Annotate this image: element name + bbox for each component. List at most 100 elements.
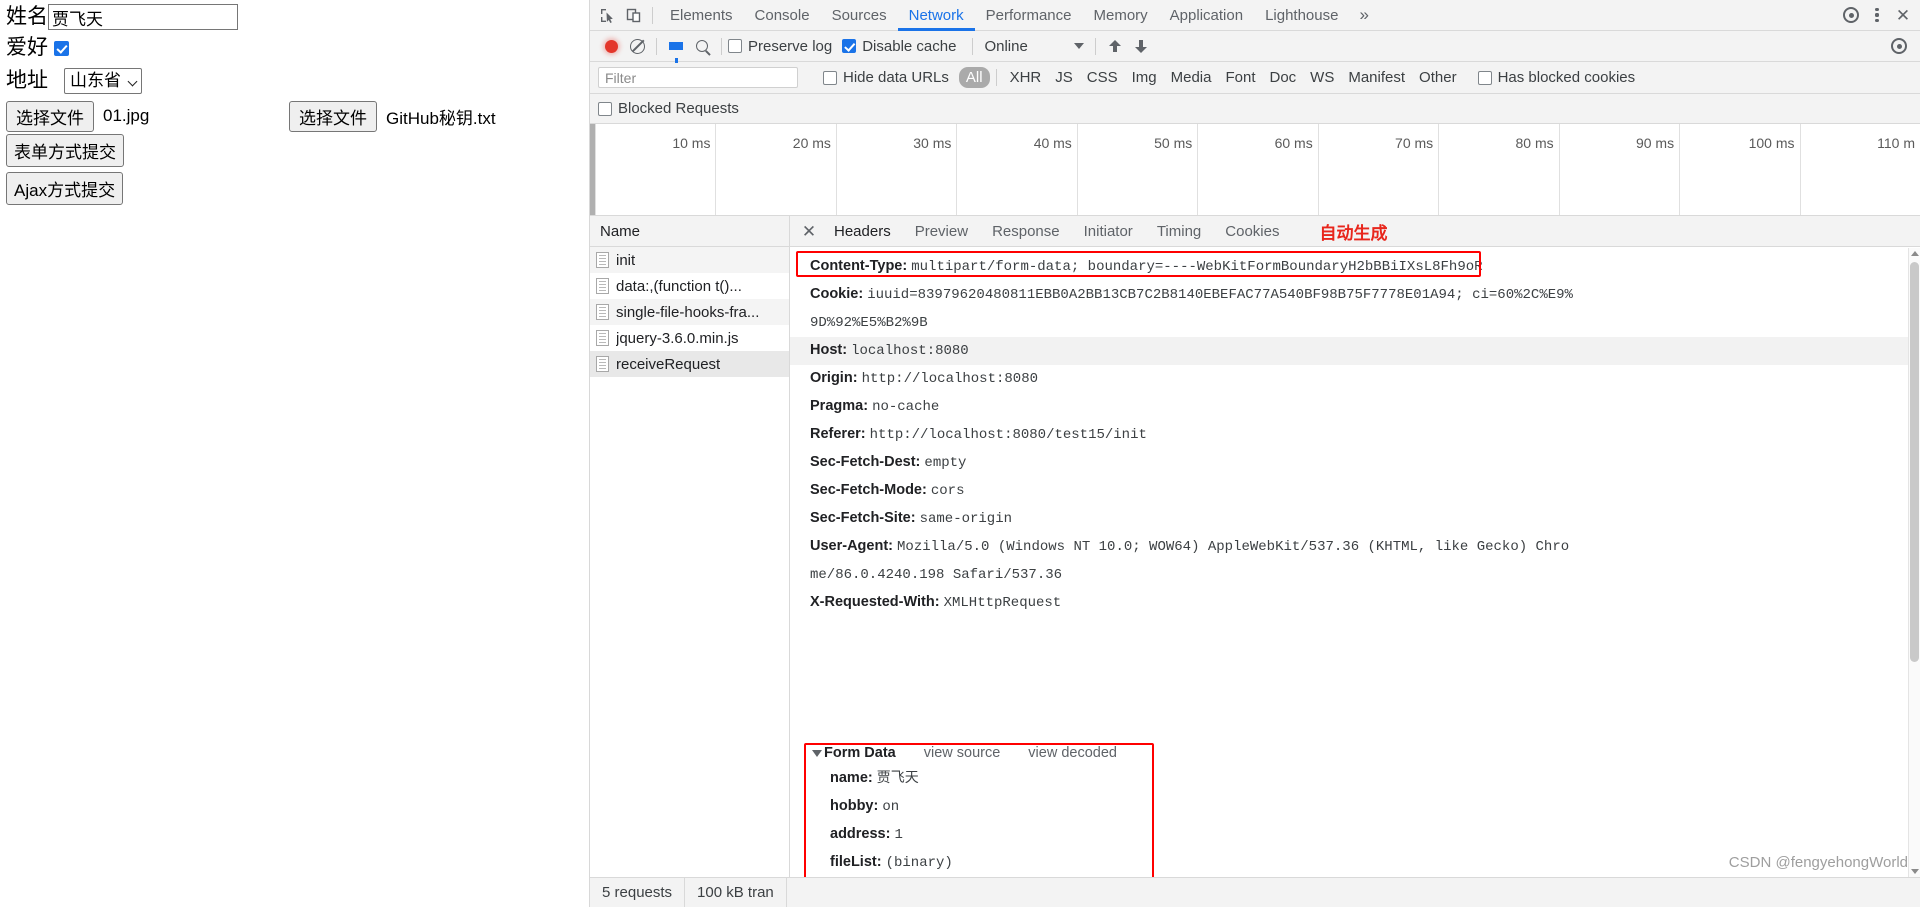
close-detail-icon[interactable]: ✕	[796, 218, 822, 244]
header-value: empty	[924, 455, 967, 471]
preserve-log-checkbox[interactable]: Preserve log	[728, 38, 832, 55]
record-button[interactable]	[598, 33, 624, 59]
more-options-kebab-icon[interactable]	[1864, 2, 1890, 28]
export-har-icon[interactable]	[1128, 33, 1154, 59]
type-filter-doc[interactable]: Doc	[1262, 67, 1303, 88]
file-inputs-row: 选择文件 01.jpg 选择文件 GitHub秘钥.txt	[0, 100, 589, 132]
scrollbar-thumb[interactable]	[1910, 262, 1919, 662]
header-key: Sec-Fetch-Dest:	[810, 454, 921, 470]
detail-tab-initiator[interactable]: Initiator	[1072, 216, 1145, 247]
network-settings-gear-icon[interactable]	[1886, 33, 1912, 59]
clear-button[interactable]	[624, 33, 650, 59]
type-filter-font[interactable]: Font	[1218, 67, 1262, 88]
choose-file-button-2[interactable]: 选择文件	[289, 100, 377, 132]
request-row-init[interactable]: init	[590, 247, 789, 273]
header-key: Pragma:	[810, 398, 869, 414]
import-har-icon[interactable]	[1102, 33, 1128, 59]
web-page-pane: 姓名 爱好 地址 山东省 选择文件 01.jpg 选择文件 GitHub秘钥.t…	[0, 0, 590, 907]
hide-data-urls-input[interactable]	[823, 70, 837, 85]
header-value: me/86.0.4240.198 Safari/537.36	[810, 567, 1063, 583]
header-row-cookie-continued: 9D%92%E5%B2%9B	[790, 309, 1920, 337]
file-input-2[interactable]: 选择文件 GitHub秘钥.txt	[289, 100, 496, 132]
file-input-1[interactable]: 选择文件 01.jpg	[6, 100, 149, 132]
form-row-name: 姓名	[0, 4, 589, 31]
detail-tab-preview[interactable]: Preview	[903, 216, 980, 247]
request-row-receive-request[interactable]: receiveRequest	[590, 351, 789, 377]
type-filter-manifest[interactable]: Manifest	[1341, 67, 1412, 88]
choose-file-button-1[interactable]: 选择文件	[6, 100, 94, 132]
detail-tab-headers[interactable]: Headers	[822, 216, 903, 247]
disable-cache-label: Disable cache	[862, 37, 957, 55]
header-key: User-Agent:	[810, 538, 893, 554]
form-data-value: 1	[894, 827, 903, 843]
blocked-requests-bar: Blocked Requests	[590, 94, 1920, 124]
detail-vertical-scrollbar[interactable]	[1908, 248, 1920, 877]
filter-input[interactable]	[598, 67, 798, 88]
type-filter-css[interactable]: CSS	[1080, 67, 1125, 88]
settings-gear-icon[interactable]	[1838, 2, 1864, 28]
form-data-header[interactable]: Form Data view source view decoded	[804, 741, 1920, 765]
ajax-submit-button[interactable]: Ajax方式提交	[6, 171, 124, 205]
disable-cache-checkbox[interactable]: Disable cache	[842, 38, 956, 55]
type-filter-media[interactable]: Media	[1164, 67, 1219, 88]
address-select[interactable]: 山东省	[64, 67, 142, 94]
address-label: 地址	[6, 68, 48, 92]
form-data-key: address:	[830, 826, 891, 842]
header-key: Host:	[810, 342, 848, 358]
has-blocked-cookies-checkbox[interactable]: Has blocked cookies	[1477, 69, 1635, 86]
timeline-tick-label: 10 ms	[672, 135, 711, 151]
request-row-jquery[interactable]: jquery-3.6.0.min.js	[590, 325, 789, 351]
type-filter-js[interactable]: JS	[1048, 67, 1080, 88]
network-toolbar-divider-2	[721, 37, 722, 55]
timeline-tick: 30 ms	[835, 124, 956, 215]
device-toolbar-icon[interactable]	[620, 2, 646, 28]
view-decoded-link[interactable]: view decoded	[1028, 745, 1117, 761]
tab-console[interactable]: Console	[744, 0, 821, 31]
disable-cache-input[interactable]	[842, 39, 857, 53]
tab-application[interactable]: Application	[1159, 0, 1254, 31]
scroll-down-arrow-icon[interactable]	[1911, 869, 1919, 874]
request-row-single-file-hooks[interactable]: single-file-hooks-fra...	[590, 299, 789, 325]
hobby-checkbox[interactable]	[54, 40, 69, 56]
close-devtools-icon[interactable]: ✕	[1890, 2, 1916, 28]
type-filter-other[interactable]: Other	[1412, 67, 1464, 88]
detail-tab-response[interactable]: Response	[980, 216, 1072, 247]
detail-tab-cookies[interactable]: Cookies	[1213, 216, 1291, 247]
tab-memory[interactable]: Memory	[1083, 0, 1159, 31]
scroll-up-arrow-icon[interactable]	[1911, 251, 1919, 256]
blocked-requests-checkbox[interactable]: Blocked Requests	[598, 100, 739, 117]
type-filter-img[interactable]: Img	[1125, 67, 1164, 88]
tab-performance[interactable]: Performance	[975, 0, 1083, 31]
request-name: single-file-hooks-fra...	[616, 303, 760, 321]
name-input[interactable]	[48, 4, 238, 31]
search-icon[interactable]	[689, 33, 715, 59]
has-blocked-cookies-input[interactable]	[1477, 70, 1492, 85]
blocked-requests-input[interactable]	[598, 101, 612, 116]
document-icon	[596, 356, 609, 372]
type-filter-xhr[interactable]: XHR	[1003, 67, 1049, 88]
header-row-referer: Referer: http://localhost:8080/test15/in…	[790, 421, 1920, 449]
preserve-log-input[interactable]	[728, 39, 742, 53]
network-overview-timeline[interactable]: 10 ms 20 ms 30 ms 40 ms 50 ms 60 ms 70 m…	[590, 124, 1920, 216]
address-select-wrap[interactable]: 山东省	[56, 67, 142, 94]
tab-elements[interactable]: Elements	[659, 0, 744, 31]
chevron-down-icon	[1074, 43, 1085, 49]
more-tabs-chevron-icon[interactable]: »	[1349, 5, 1378, 25]
type-filter-ws[interactable]: WS	[1303, 67, 1341, 88]
header-value: http://localhost:8080/test15/init	[869, 427, 1147, 443]
detail-tab-timing[interactable]: Timing	[1145, 216, 1213, 247]
hide-data-urls-checkbox[interactable]: Hide data URLs	[823, 69, 949, 86]
tab-network[interactable]: Network	[898, 0, 975, 31]
type-filter-all[interactable]: All	[958, 67, 990, 88]
request-row-data-uri[interactable]: data:,(function t()...	[590, 273, 789, 299]
collapse-triangle-icon[interactable]	[812, 749, 822, 757]
tab-sources[interactable]: Sources	[821, 0, 898, 31]
form-submit-button[interactable]: 表单方式提交	[6, 133, 124, 167]
request-list-column-header[interactable]: Name	[590, 216, 789, 247]
tab-lighthouse[interactable]: Lighthouse	[1254, 0, 1349, 31]
view-source-link[interactable]: view source	[924, 745, 1001, 761]
inspect-element-icon[interactable]	[594, 2, 620, 28]
filter-toggle-icon[interactable]	[663, 33, 689, 63]
throttle-dropdown[interactable]: Online	[979, 36, 1089, 57]
hide-data-urls-label: Hide data URLs	[843, 69, 949, 86]
